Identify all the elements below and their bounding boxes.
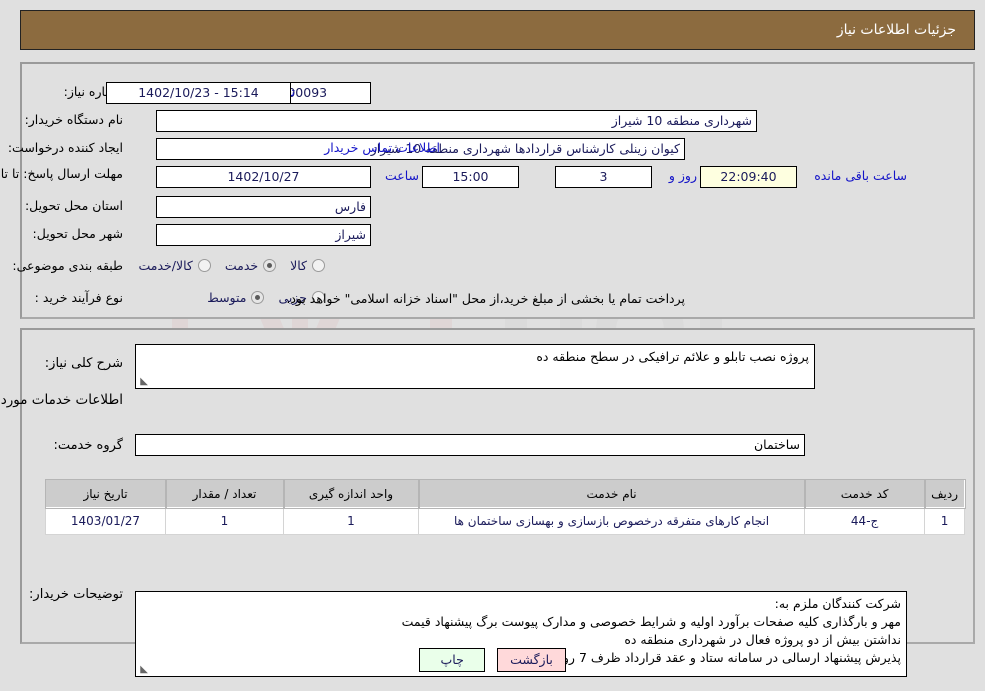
process-option-1[interactable]: متوسط	[207, 290, 265, 305]
buyer-note-line: مهر و بارگذاری کلیه صفحات برآورد اولیه و…	[401, 614, 901, 629]
cell-row-no: 1	[924, 507, 965, 535]
field-remaining-time[interactable]: 22:09:40	[700, 166, 797, 188]
col-quantity: تعداد / مقدار	[164, 478, 285, 509]
category-option-label-0: کالا	[290, 258, 307, 273]
col-row-no: ردیف	[923, 478, 966, 509]
category-radio-icon-1[interactable]	[263, 259, 277, 272]
field-province[interactable]: فارس	[156, 196, 371, 218]
cell-unit: 1	[283, 507, 419, 535]
category-option-0[interactable]: کالا	[290, 258, 325, 273]
label-requester: ایجاد کننده درخواست:	[7, 140, 123, 155]
page-title: جزئیات اطلاعات نیاز	[836, 22, 956, 38]
page-root: AnaTender.net جزئیات اطلاعات نیاز شماره …	[0, 0, 985, 691]
category-radio-icon-2[interactable]	[197, 259, 211, 272]
cell-service-code: ج-44	[804, 507, 926, 535]
label-general-desc: شرح کلی نیاز:	[44, 356, 123, 371]
cell-quantity: 1	[165, 507, 284, 535]
label-deadline: مهلت ارسال پاسخ: تا تاریخ:	[0, 166, 123, 181]
category-radio-icon-0[interactable]	[312, 259, 325, 272]
back-button[interactable]: بازگشت	[497, 648, 566, 672]
col-need-date: تاریخ نیاز	[44, 478, 167, 509]
label-process-note: پرداخت تمام یا بخشی از مبلغ خرید،از محل …	[286, 291, 685, 306]
category-option-2[interactable]: کالا/خدمت	[138, 258, 211, 273]
field-service-group[interactable]: ساختمان	[135, 434, 805, 456]
label-category: طبقه بندی موضوعی:	[12, 258, 123, 273]
print-button[interactable]: چاپ	[419, 648, 486, 672]
cell-need-date: 1403/01/27	[45, 507, 166, 535]
resize-grip-icon[interactable]: ◣	[138, 377, 148, 387]
footer-button-bar: بازگشت چاپ	[0, 648, 985, 672]
services-section-title: اطلاعات خدمات مورد نیاز	[0, 392, 123, 408]
field-general-desc[interactable]: پروژه نصب تابلو و علائم ترافیکی در سطح م…	[135, 344, 815, 389]
label-deadline-hour: ساعت	[384, 168, 419, 183]
label-service-group: گروه خدمت:	[53, 438, 123, 453]
buyer-note-line: نداشتن بیش از دو پروژه فعال در شهرداری م…	[624, 632, 901, 647]
col-service-name: نام خدمت	[417, 478, 806, 509]
category-option-label-1: خدمت	[224, 258, 259, 273]
label-city: شهر محل تحویل:	[32, 226, 123, 241]
field-deadline-date[interactable]: 1402/10/27	[156, 166, 371, 188]
label-remaining-days-sep: روز و	[668, 168, 697, 183]
label-buyer-org: نام دستگاه خریدار:	[24, 112, 123, 127]
window-title-bar: جزئیات اطلاعات نیاز	[20, 10, 975, 50]
table-row[interactable]: 1 ج-44 انجام کارهای متفرقه درخصوص بازساز…	[45, 507, 965, 535]
radio-group-category[interactable]: کالا خدمت کالا/خدمت	[124, 257, 325, 276]
field-buyer-org[interactable]: شهرداری منطقه 10 شیراز	[156, 110, 757, 132]
label-process: نوع فرآیند خرید :	[34, 290, 123, 305]
cell-service-name: انجام کارهای متفرقه درخصوص بازسازی و بهس…	[417, 507, 806, 535]
services-table: ردیف کد خدمت نام خدمت واحد اندازه گیری ت…	[44, 478, 966, 535]
field-city[interactable]: شیراز	[156, 224, 371, 246]
general-desc-text: پروژه نصب تابلو و علائم ترافیکی در سطح م…	[536, 349, 809, 364]
label-buyer-notes: توضیحات خریدار:	[29, 587, 123, 602]
label-remaining-suffix: ساعت باقی مانده	[814, 168, 907, 183]
field-announce-datetime[interactable]: 15:14 - 1402/10/23	[106, 82, 291, 104]
col-unit: واحد اندازه گیری	[282, 478, 420, 509]
field-deadline-hour[interactable]: 15:00	[422, 166, 519, 188]
buyer-note-line: شرکت کنندگان ملزم به:	[774, 596, 901, 611]
category-option-label-2: کالا/خدمت	[138, 258, 193, 273]
process-radio-icon-1[interactable]	[251, 291, 265, 304]
table-header-row: ردیف کد خدمت نام خدمت واحد اندازه گیری ت…	[44, 478, 966, 509]
process-option-label-1: متوسط	[207, 290, 247, 305]
col-service-code: کد خدمت	[803, 478, 926, 509]
label-province: استان محل تحویل:	[24, 198, 123, 213]
field-remaining-days[interactable]: 3	[555, 166, 652, 188]
category-option-1[interactable]: خدمت	[224, 258, 277, 273]
link-buyer-contact[interactable]: اطلاعات تماس خریدار	[300, 140, 440, 155]
